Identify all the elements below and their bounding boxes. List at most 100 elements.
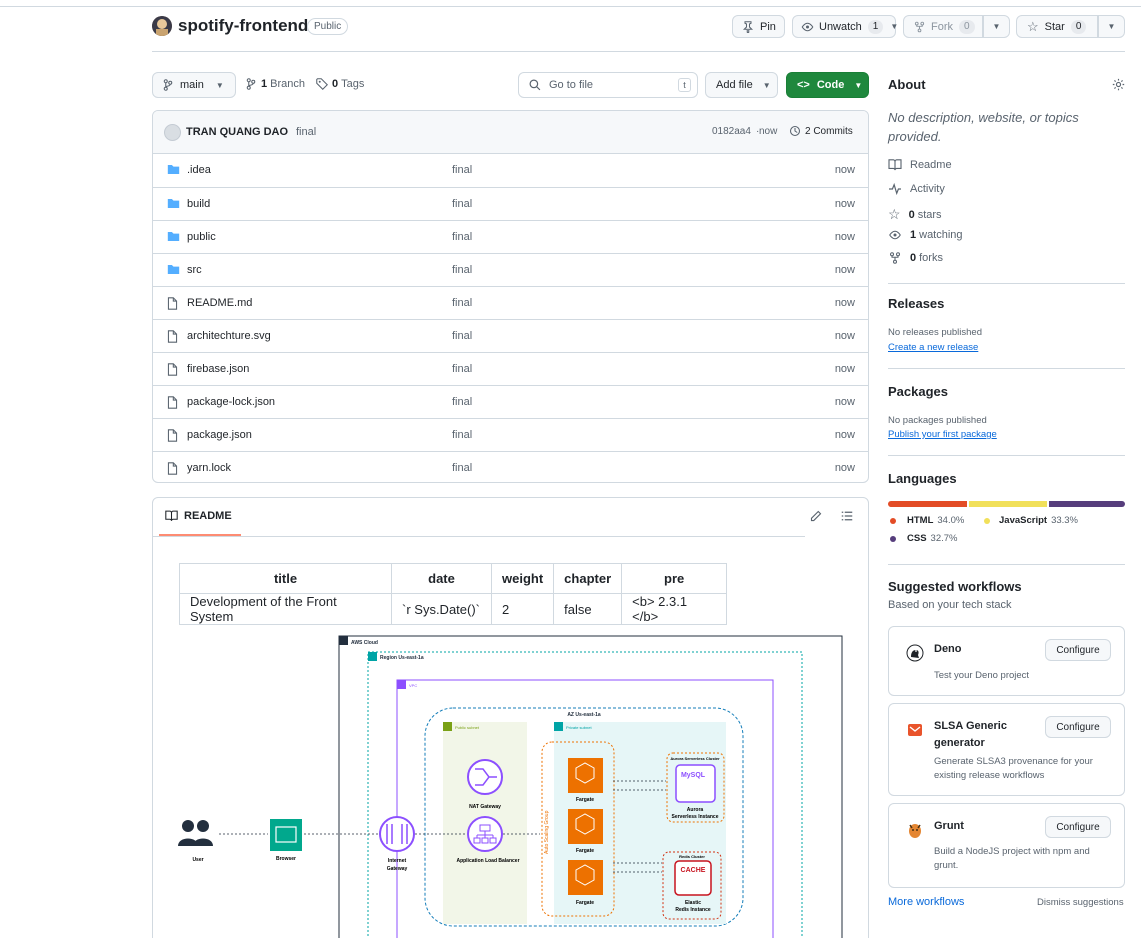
commits-link[interactable]: 2 Commits (789, 125, 853, 137)
file-row[interactable]: .idea final now (153, 154, 868, 187)
eye-icon (801, 21, 814, 33)
file-name[interactable]: firebase.json (187, 363, 249, 375)
file-name[interactable]: yarn.lock (187, 462, 231, 474)
igw-label-2: Gateway (387, 866, 408, 872)
file-commit-message[interactable]: final (452, 363, 472, 375)
author-avatar[interactable] (164, 124, 181, 141)
gear-icon[interactable] (1112, 78, 1125, 91)
commit-author[interactable]: TRAN QUANG DAO (186, 126, 288, 138)
language-html[interactable]: HTML 34.0% (890, 515, 964, 526)
file-row[interactable]: build final now (153, 187, 868, 220)
file-row[interactable]: README.md final now (153, 286, 868, 319)
html-name: HTML (907, 515, 934, 526)
branch-select[interactable]: main ▼ (152, 72, 236, 98)
releases-heading[interactable]: Releases (888, 296, 944, 311)
activity-link[interactable]: Activity (888, 183, 945, 195)
publish-package-link[interactable]: Publish your first package (888, 429, 997, 440)
outline-icon[interactable] (841, 510, 853, 522)
edit-icon[interactable] (810, 510, 822, 522)
stars-link[interactable]: ☆ 0 stars (888, 206, 942, 223)
javascript-name: JavaScript (999, 515, 1048, 526)
file-name[interactable]: .idea (187, 164, 211, 176)
forks-label: forks (919, 252, 943, 264)
tags-link[interactable]: 0 Tags (316, 78, 364, 90)
file-row[interactable]: package.json final now (153, 418, 868, 451)
configure-button[interactable]: Configure (1045, 716, 1111, 738)
file-icon (167, 396, 178, 409)
workflow-desc: Generate SLSA3 provenance for your exist… (934, 756, 1093, 781)
readme-tab[interactable]: README (165, 510, 232, 522)
mysql-label: MySQL (681, 772, 706, 779)
chevron-down-icon: ▼ (215, 80, 224, 90)
file-name[interactable]: src (187, 264, 202, 276)
file-browser: TRAN QUANG DAO final 0182aa4 · now 2 Com… (152, 110, 869, 483)
more-workflows-link[interactable]: More workflows (888, 896, 964, 908)
file-name[interactable]: architechture.svg (187, 330, 271, 342)
readme-link-label: Readme (910, 159, 952, 171)
file-commit-message[interactable]: final (452, 297, 472, 309)
pin-button[interactable]: Pin (732, 15, 785, 38)
th-weight: weight (490, 563, 555, 594)
file-row[interactable]: src final now (153, 253, 868, 286)
language-css[interactable]: CSS 32.7% (890, 533, 957, 544)
file-row[interactable]: architechture.svg final now (153, 319, 868, 352)
go-to-file-input[interactable]: Go to file t (518, 72, 698, 98)
commit-hash[interactable]: 0182aa4 (712, 126, 751, 137)
language-javascript[interactable]: JavaScript 33.3% (984, 515, 1078, 526)
packages-heading[interactable]: Packages (888, 384, 948, 399)
vpc-label: VPC (409, 683, 417, 688)
watching-count: 1 (910, 229, 917, 241)
folder-icon (167, 164, 180, 175)
unwatch-button[interactable]: Unwatch 1 ▼ (792, 15, 898, 38)
watching-link[interactable]: 1 watching (888, 229, 963, 241)
file-name[interactable]: package-lock.json (187, 396, 275, 408)
file-name[interactable]: README.md (187, 297, 252, 309)
file-commit-message[interactable]: final (452, 198, 472, 210)
branches-link[interactable]: 1 Branch (246, 78, 305, 90)
fork-label: Fork (931, 20, 953, 33)
file-name[interactable]: build (187, 198, 210, 210)
file-commit-message[interactable]: final (452, 264, 472, 276)
file-name[interactable]: package.json (187, 429, 252, 441)
shortcut-key: t (678, 78, 691, 92)
file-commit-message[interactable]: final (452, 462, 472, 474)
fork-icon (888, 252, 910, 264)
th-title: title (179, 563, 392, 594)
repo-name[interactable]: spotify-frontend (178, 16, 308, 36)
td-weight: 2 (490, 593, 555, 625)
file-commit-message[interactable]: final (452, 164, 472, 176)
commit-message[interactable]: final (296, 126, 316, 138)
star-button[interactable]: ☆ Star 0 (1016, 15, 1098, 38)
fork-dropdown[interactable]: ▼ (983, 15, 1010, 38)
pin-icon (742, 20, 754, 33)
workflows-subtitle: Based on your tech stack (888, 599, 1012, 611)
file-row[interactable]: public final now (153, 220, 868, 253)
create-release-link[interactable]: Create a new release (888, 342, 978, 353)
add-file-button[interactable]: Add file ▼ (705, 72, 778, 98)
file-commit-message[interactable]: final (452, 330, 472, 342)
branch-icon (246, 78, 256, 90)
file-row[interactable]: firebase.json final now (153, 352, 868, 385)
aurora-label-2: Serverless Instance (672, 814, 719, 820)
file-row[interactable]: package-lock.json final now (153, 385, 868, 418)
file-row[interactable]: yarn.lock final now (153, 451, 868, 482)
dismiss-suggestions-link[interactable]: Dismiss suggestions (1037, 897, 1124, 908)
file-commit-message[interactable]: final (452, 231, 472, 243)
header-divider (0, 6, 1141, 7)
book-icon (888, 159, 910, 171)
fork-button[interactable]: Fork 0 (903, 15, 983, 38)
repo-avatar[interactable] (152, 16, 172, 36)
configure-button[interactable]: Configure (1045, 639, 1111, 661)
file-name[interactable]: public (187, 231, 216, 243)
forks-link[interactable]: 0 forks (888, 252, 943, 264)
file-commit-message[interactable]: final (452, 396, 472, 408)
readme-panel: README title date weight chapter pre Dev… (152, 497, 869, 938)
file-commit-message[interactable]: final (452, 429, 472, 441)
readme-link[interactable]: Readme (888, 159, 952, 171)
watch-count: 1 (867, 19, 884, 34)
code-button[interactable]: <> Code ▼ (786, 72, 869, 98)
configure-button[interactable]: Configure (1045, 816, 1111, 838)
user-label: User (192, 857, 203, 863)
star-dropdown[interactable]: ▼ (1098, 15, 1125, 38)
javascript-pct: 33.3% (1051, 515, 1078, 526)
